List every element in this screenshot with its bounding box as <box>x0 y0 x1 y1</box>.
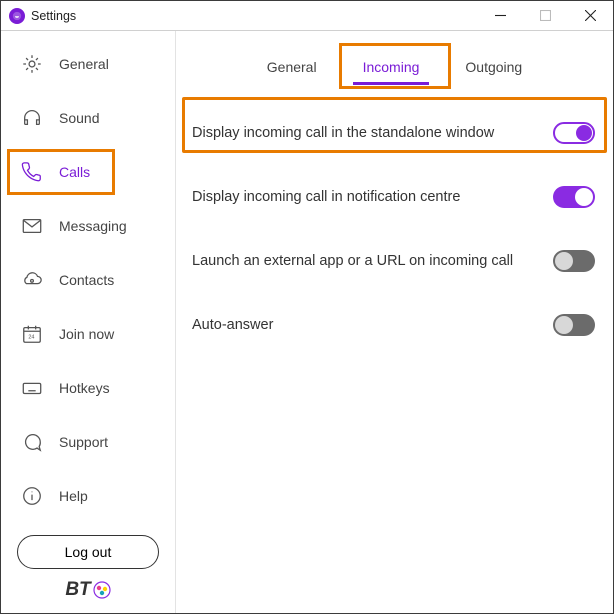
toggle-external-app[interactable] <box>553 250 595 272</box>
calendar-icon: 24 <box>21 323 43 345</box>
setting-row-standalone-window: Display incoming call in the standalone … <box>192 101 595 165</box>
sidebar-item-label: Join now <box>59 326 114 342</box>
envelope-icon <box>21 215 43 237</box>
settings-window: Settings General Sound Calls <box>0 0 614 614</box>
sidebar-item-support[interactable]: Support <box>1 415 175 469</box>
titlebar-left: Settings <box>1 8 76 24</box>
sidebar-item-label: Messaging <box>59 218 127 234</box>
sidebar-item-label: Sound <box>59 110 99 126</box>
headphones-icon <box>21 107 43 129</box>
toggle-auto-answer[interactable] <box>553 314 595 336</box>
cloud-icon <box>21 269 43 291</box>
logout-button[interactable]: Log out <box>17 535 159 569</box>
sidebar-item-sound[interactable]: Sound <box>1 91 175 145</box>
maximize-button[interactable] <box>523 1 568 31</box>
sidebar-item-general[interactable]: General <box>1 37 175 91</box>
settings-list: Display incoming call in the standalone … <box>176 95 613 357</box>
close-button[interactable] <box>568 1 613 31</box>
sidebar: General Sound Calls Messaging Contacts 2 <box>1 31 176 613</box>
brand-text: BT <box>65 579 90 601</box>
setting-label: Display incoming call in notification ce… <box>192 189 553 205</box>
setting-label: Auto-answer <box>192 317 553 333</box>
sidebar-item-label: Help <box>59 488 88 504</box>
sidebar-item-join-now[interactable]: 24 Join now <box>1 307 175 361</box>
setting-label: Display incoming call in the standalone … <box>192 125 553 141</box>
sidebar-item-contacts[interactable]: Contacts <box>1 253 175 307</box>
sidebar-item-label: Contacts <box>59 272 114 288</box>
gear-icon <box>21 53 43 75</box>
sidebar-item-messaging[interactable]: Messaging <box>1 199 175 253</box>
brand-orb-icon <box>93 581 111 599</box>
toggle-standalone-window[interactable] <box>553 122 595 144</box>
sidebar-item-label: Calls <box>59 164 90 180</box>
keyboard-icon <box>21 377 43 399</box>
setting-label: Launch an external app or a URL on incom… <box>192 253 553 269</box>
setting-row-notification-centre: Display incoming call in notification ce… <box>192 165 595 229</box>
window-controls <box>478 1 613 31</box>
phone-icon <box>21 161 43 183</box>
sidebar-item-label: Support <box>59 434 108 450</box>
minimize-button[interactable] <box>478 1 523 31</box>
window-title: Settings <box>31 9 76 23</box>
sidebar-item-calls[interactable]: Calls <box>1 145 175 199</box>
speech-bubble-icon <box>21 431 43 453</box>
sidebar-item-hotkeys[interactable]: Hotkeys <box>1 361 175 415</box>
svg-text:24: 24 <box>28 335 34 341</box>
sidebar-item-label: Hotkeys <box>59 380 110 396</box>
window-body: General Sound Calls Messaging Contacts 2 <box>1 31 613 613</box>
tab-general[interactable]: General <box>247 53 337 85</box>
sidebar-item-help[interactable]: Help <box>1 469 175 523</box>
tab-outgoing[interactable]: Outgoing <box>445 53 542 85</box>
app-icon <box>9 8 25 24</box>
main-panel: General Incoming Outgoing Display incomi… <box>176 31 613 613</box>
info-icon <box>21 485 43 507</box>
tab-incoming[interactable]: Incoming <box>343 53 440 85</box>
sidebar-item-label: General <box>59 56 109 72</box>
titlebar: Settings <box>1 1 613 31</box>
toggle-notification-centre[interactable] <box>553 186 595 208</box>
brand-logo: BT <box>1 579 175 613</box>
setting-row-external-app: Launch an external app or a URL on incom… <box>192 229 595 293</box>
tabs: General Incoming Outgoing <box>176 31 613 95</box>
setting-row-auto-answer: Auto-answer <box>192 293 595 357</box>
